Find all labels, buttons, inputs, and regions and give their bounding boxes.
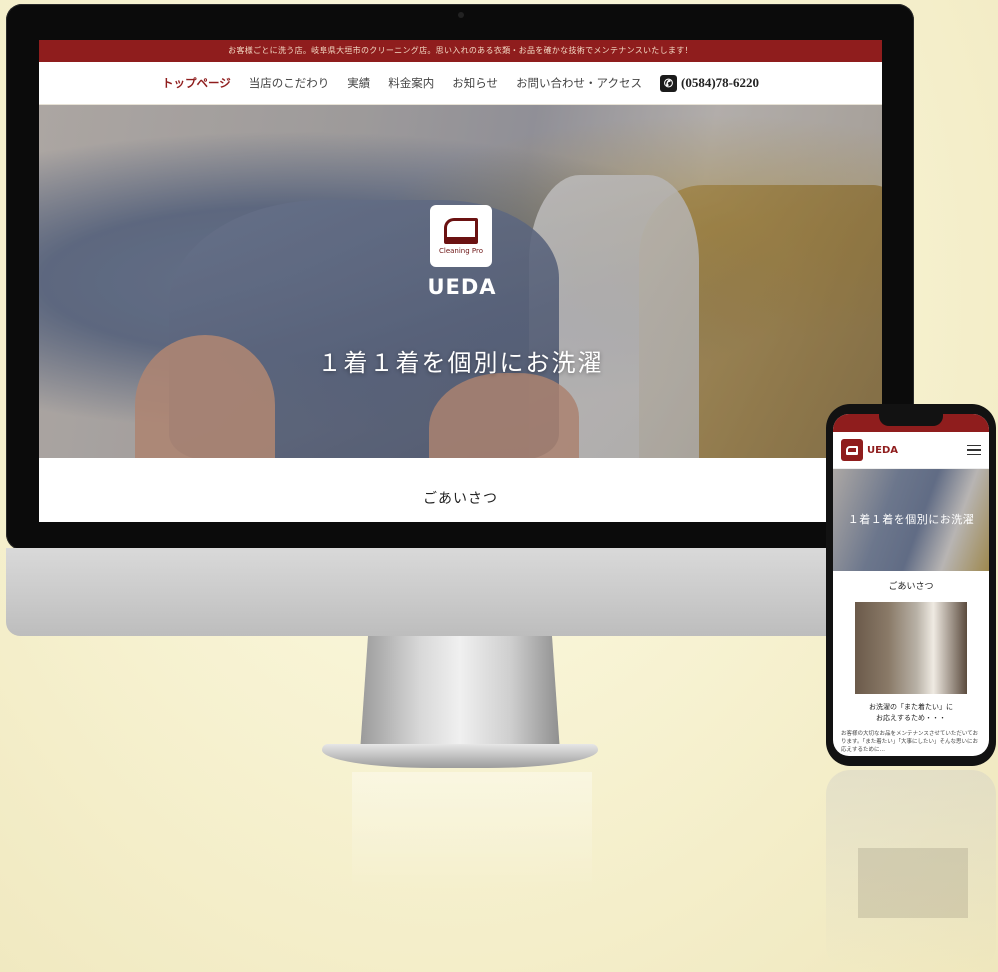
site-logo[interactable]: Cleaning Pro <box>430 205 492 267</box>
main-nav: トップページ 当店のこだわり 実績 料金案内 お知らせ お問い合わせ・アクセス … <box>39 62 882 105</box>
hamburger-icon[interactable] <box>967 444 981 456</box>
reflection-ghost <box>858 848 968 918</box>
mobile-logo[interactable]: UEDA <box>841 439 898 461</box>
phone-screen: UEDA １着１着を個別にお洗濯 ごあいさつ お洗濯の「また着たい」に お応えす… <box>833 414 989 756</box>
hero-tagline: １着１着を個別にお洗濯 <box>317 349 604 377</box>
monitor-chin <box>6 548 914 636</box>
mobile-tagline: １着１着を個別にお洗濯 <box>847 513 975 526</box>
catch-line-2: お応えするため・・・ <box>876 714 946 722</box>
nav-pricing[interactable]: 料金案内 <box>388 75 434 91</box>
hero-banner: Cleaning Pro UEDA １着１着を個別にお洗濯 <box>39 105 882 458</box>
nav-results[interactable]: 実績 <box>347 75 370 91</box>
mobile-header: UEDA <box>833 432 989 469</box>
mobile-body-text: お客様の大切なお品をメンテナンスさせていただいております。「また着たい」「大事に… <box>841 731 979 753</box>
catch-line-1: お洗濯の「また着たい」に <box>869 703 953 711</box>
phone-number: (0584)78-6220 <box>681 75 759 90</box>
phone-notch <box>879 414 943 426</box>
logo-caption: Cleaning Pro <box>438 246 484 255</box>
mobile-catch: お洗濯の「また着たい」に お応えするため・・・ <box>833 702 989 724</box>
camera <box>458 12 464 18</box>
smartphone: UEDA １着１着を個別にお洗濯 ごあいさつ お洗濯の「また着たい」に お応えす… <box>826 404 996 766</box>
greeting-photo <box>855 602 967 694</box>
reflection <box>352 772 592 892</box>
iron-icon <box>846 445 858 455</box>
mobile-brand: UEDA <box>867 444 898 456</box>
mobile-logo-box <box>841 439 863 461</box>
nav-commitment[interactable]: 当店のこだわり <box>249 75 330 91</box>
phone-link[interactable]: ✆ (0584)78-6220 <box>660 74 759 92</box>
iron-icon <box>444 217 478 244</box>
announcement-bar: お客様ごとに洗う店。岐阜県大垣市のクリーニング店。思い入れのある衣類・お品を確か… <box>39 40 882 62</box>
phone-reflection <box>826 770 996 970</box>
greeting-section: ごあいさつ <box>39 458 882 522</box>
desktop-screen: お客様ごとに洗う店。岐阜県大垣市のクリーニング店。思い入れのある衣類・お品を確か… <box>39 40 882 522</box>
monitor-stand <box>360 636 560 752</box>
phone-icon: ✆ <box>660 74 677 92</box>
nav-top-page[interactable]: トップページ <box>162 75 231 91</box>
greeting-title: ごあいさつ <box>423 491 498 507</box>
nav-contact[interactable]: お問い合わせ・アクセス <box>516 75 642 91</box>
monitor-base <box>322 744 598 768</box>
nav-news[interactable]: お知らせ <box>452 75 498 91</box>
brand-name: UEDA <box>427 275 497 299</box>
mobile-hero: １着１着を個別にお洗濯 <box>833 469 989 571</box>
mobile-greeting-title: ごあいさつ <box>888 582 934 592</box>
